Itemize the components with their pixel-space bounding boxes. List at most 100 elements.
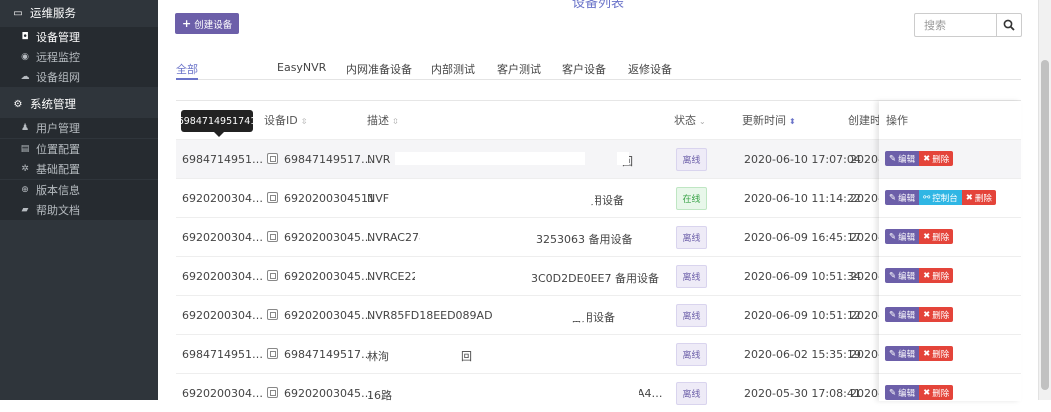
device-id-value: 6920200304511 (284, 192, 375, 205)
search-icon (1003, 19, 1015, 31)
column-header-created[interactable]: 创建时 (848, 112, 881, 128)
console-button[interactable]: ⚯ 控制台 (919, 190, 962, 205)
tab-customer-test[interactable]: 客户测试 (497, 61, 541, 77)
status-badge: 离线 (676, 226, 707, 249)
copy-icon[interactable] (267, 270, 278, 281)
sidebar-item-users[interactable]: ♟ 用户管理 (0, 118, 158, 138)
copy-icon[interactable] (267, 387, 278, 398)
copy-icon[interactable] (267, 231, 278, 242)
column-header-label: 状态 (674, 114, 696, 127)
sidebar-item-version[interactable]: ⊕ 版本信息 (0, 180, 158, 200)
laptop-icon: ▭ (13, 7, 23, 19)
search-input[interactable]: 搜索 (914, 13, 997, 37)
close-icon: ✖ (923, 153, 931, 164)
delete-label: 删除 (932, 232, 950, 243)
sidebar-item-label: 基础配置 (36, 163, 80, 176)
updated-time: 2020-06-10 11:14:22 (744, 192, 861, 205)
device-id: 69202003045… (267, 270, 372, 283)
column-header-id[interactable]: 设备ID ⇳ (264, 112, 307, 128)
column-header-label: 设备ID (264, 114, 298, 127)
sidebar-item-help[interactable]: ▰ 帮助文档 (0, 200, 158, 220)
copy-icon[interactable] (267, 192, 278, 203)
gears-icon: ⚙ (13, 98, 23, 110)
row-actions: ✎ 编辑 ✖ 删除 (885, 307, 954, 322)
tab-repair-devices[interactable]: 返修设备 (628, 61, 672, 77)
device-name: 6920200304… (182, 270, 263, 283)
sidebar-item-remote-monitor[interactable]: ◉ 远程监控 (0, 47, 158, 67)
delete-button[interactable]: ✖ 删除 (919, 229, 954, 244)
device-id: 69202003045… (267, 231, 372, 244)
copy-icon[interactable] (267, 309, 278, 320)
device-name: 6920200304… (182, 192, 263, 205)
column-header-desc[interactable]: 描述 ⇳ (367, 112, 399, 128)
delete-button[interactable]: ✖ 删除 (919, 346, 954, 361)
ops-row: ✎ 编辑 ✖ 删除 (879, 295, 1021, 334)
sidebar-group-ops[interactable]: ▭ 运维服务 (0, 2, 158, 24)
scrollbar[interactable] (1038, 0, 1051, 400)
tab-easynvr[interactable]: EasyNVR (277, 61, 326, 74)
edit-button[interactable]: ✎ 编辑 (885, 385, 920, 400)
edit-button[interactable]: ✎ 编辑 (885, 229, 920, 244)
delete-button[interactable]: ✖ 删除 (919, 151, 954, 166)
copy-icon[interactable] (267, 348, 278, 359)
delete-button[interactable]: ✖ 删除 (919, 307, 954, 322)
sidebar-item-location[interactable]: ▤ 位置配置 (0, 139, 158, 159)
sidebar-item-basic-config[interactable]: ✲ 基础配置 (0, 159, 158, 179)
search-button[interactable] (996, 13, 1022, 37)
active-tab-indicator (176, 78, 198, 80)
sidebar-item-device-management[interactable]: ◘ 设备管理 (0, 27, 158, 47)
ops-row: ✎ 编辑 ⚯ 控制台 ✖ 删除 (879, 178, 1021, 217)
close-icon: ✖ (923, 270, 931, 281)
edit-label: 编辑 (898, 310, 916, 321)
device-desc: NVF (367, 192, 390, 205)
sidebar-item-label: 设备组网 (36, 71, 80, 84)
tab-intranet-prep[interactable]: 内网准备设备 (346, 61, 412, 77)
sidebar-item-device-network[interactable]: ☁ 设备组网 (0, 67, 158, 87)
chevron-down-icon: ⌄ (699, 117, 706, 126)
edit-icon: ✎ (889, 387, 897, 398)
edit-button[interactable]: ✎ 编辑 (885, 346, 920, 361)
copy-icon[interactable] (267, 153, 278, 164)
edit-button[interactable]: ✎ 编辑 (885, 307, 920, 322)
tab-internal-test[interactable]: 内部测试 (431, 61, 475, 77)
redacted-area (395, 152, 585, 165)
device-desc-tail: 回 (461, 350, 472, 363)
updated-time: 2020-06-02 15:35:19 (744, 348, 861, 361)
create-device-button[interactable]: + 创建设备 (175, 13, 240, 34)
create-device-label: 创建设备 (194, 19, 233, 31)
sort-desc-icon: ⬍ (789, 117, 796, 126)
close-icon: ✖ (923, 309, 931, 320)
sidebar-group-system[interactable]: ⚙ 系统管理 (0, 93, 158, 115)
delete-button[interactable]: ✖ 删除 (919, 268, 954, 283)
edit-icon: ✎ (889, 153, 897, 164)
close-icon: ✖ (923, 387, 931, 398)
edit-icon: ✎ (889, 270, 897, 281)
device-icon: ◘ (21, 32, 29, 42)
edit-label: 编辑 (898, 193, 916, 204)
tab-customer-devices[interactable]: 客户设备 (562, 61, 606, 77)
updated-time: 2020-06-10 17:07:04 (744, 153, 861, 166)
edit-button[interactable]: ✎ 编辑 (885, 190, 920, 205)
column-header-label: 描述 (367, 114, 389, 127)
status-badge: 在线 (676, 187, 707, 210)
edit-label: 编辑 (898, 388, 916, 399)
tab-all[interactable]: 全部 (176, 61, 198, 77)
delete-button[interactable]: ✖ 删除 (919, 385, 954, 400)
status-badge: 离线 (676, 265, 707, 288)
device-desc: 16路 (367, 389, 392, 402)
delete-label: 删除 (932, 271, 950, 282)
status-badge: 离线 (676, 148, 707, 171)
cloud-icon: ☁ (20, 72, 30, 82)
edit-button[interactable]: ✎ 编辑 (885, 151, 920, 166)
delete-button[interactable]: ✖ 删除 (961, 190, 996, 205)
scrollbar-thumb[interactable] (1041, 60, 1049, 390)
redacted-area (394, 386, 639, 399)
column-header-status[interactable]: 状态 ⌄ (674, 112, 706, 128)
edit-button[interactable]: ✎ 编辑 (885, 268, 920, 283)
sort-icon: ⇳ (392, 117, 399, 126)
column-header-updated[interactable]: 更新时间 ⬍ (742, 112, 796, 128)
info-icon: ⊕ (21, 185, 29, 195)
edit-label: 编辑 (898, 349, 916, 360)
close-icon: ✖ (923, 348, 931, 359)
edit-label: 编辑 (898, 271, 916, 282)
